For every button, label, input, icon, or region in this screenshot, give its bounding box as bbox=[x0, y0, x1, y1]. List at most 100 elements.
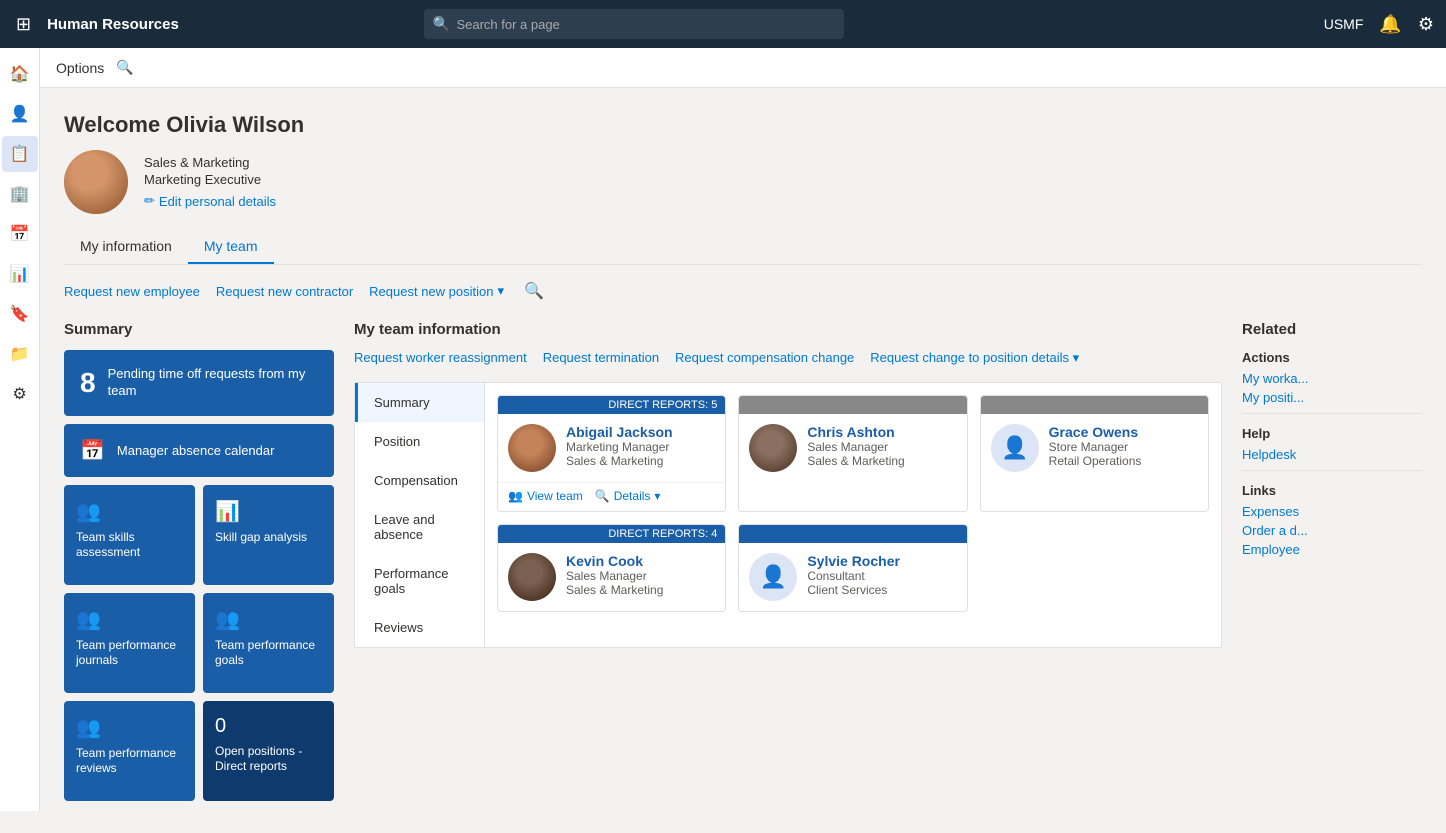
request-contractor-link[interactable]: Request new contractor bbox=[216, 284, 353, 299]
right-panel-title: Related bbox=[1242, 321, 1422, 338]
nav-reviews[interactable]: Reviews bbox=[355, 608, 484, 647]
welcome-section: Welcome Olivia Wilson Sales & Marketing … bbox=[64, 112, 1422, 214]
settings-icon[interactable]: ⚙ bbox=[1418, 14, 1434, 35]
team-skills-label: Team skills assessment bbox=[76, 530, 183, 561]
card-role-sylvie: Consultant bbox=[807, 569, 900, 583]
search-input[interactable] bbox=[424, 9, 844, 39]
team-card-body-sylvie: 👤 Sylvie Rocher Consultant Client Servic… bbox=[739, 543, 966, 611]
sidebar-item-myteam[interactable]: 📋 bbox=[2, 136, 38, 172]
card-dept-sylvie: Client Services bbox=[807, 583, 900, 597]
right-panel: Related Actions My worka... My positi...… bbox=[1242, 321, 1422, 561]
team-perf-reviews-tile[interactable]: 👥 Team performance reviews bbox=[64, 701, 195, 801]
manager-absence-label: Manager absence calendar bbox=[117, 443, 275, 458]
card-dept-grace: Retail Operations bbox=[1049, 454, 1142, 468]
actions-section-title: Actions bbox=[1242, 350, 1422, 365]
team-card-grace[interactable]: 👤 Grace Owens Store Manager Retail Opera… bbox=[980, 395, 1209, 512]
order-link[interactable]: Order a d... bbox=[1242, 523, 1422, 538]
nav-position[interactable]: Position bbox=[355, 422, 484, 461]
user-code: USMF bbox=[1324, 16, 1364, 32]
content-layout: Summary 8 Pending time off requests from… bbox=[64, 321, 1422, 809]
my-positi-link[interactable]: My positi... bbox=[1242, 390, 1422, 405]
app-title: Human Resources bbox=[47, 16, 179, 33]
employee-link[interactable]: Employee bbox=[1242, 542, 1422, 557]
action-bar: Request new employee Request new contrac… bbox=[64, 281, 1422, 301]
action-bar-search-icon[interactable]: 🔍 bbox=[524, 281, 544, 301]
options-bar: Options 🔍 bbox=[40, 48, 1446, 88]
team-skills-icon: 👥 bbox=[76, 499, 101, 524]
manager-absence-card[interactable]: 📅 Manager absence calendar bbox=[64, 424, 334, 477]
nav-leave-absence[interactable]: Leave and absence bbox=[355, 500, 484, 554]
right-divider-1 bbox=[1242, 413, 1422, 414]
details-abigail[interactable]: 🔍 Details ▾ bbox=[595, 489, 661, 503]
team-card-body-grace: 👤 Grace Owens Store Manager Retail Opera… bbox=[981, 414, 1208, 482]
search-container: 🔍 bbox=[424, 9, 844, 39]
perf-goals-icon: 👥 bbox=[215, 607, 240, 632]
request-position-details-link[interactable]: Request change to position details ▾ bbox=[870, 350, 1079, 366]
user-role: Marketing Executive bbox=[144, 172, 276, 187]
team-card-header-chris bbox=[739, 396, 966, 414]
request-position-link[interactable]: Request new position ▾ bbox=[369, 283, 504, 299]
tab-my-team[interactable]: My team bbox=[188, 230, 274, 264]
card-name-grace: Grace Owens bbox=[1049, 424, 1142, 440]
team-card-header-grace bbox=[981, 396, 1208, 414]
skill-gap-tile[interactable]: 📊 Skill gap analysis bbox=[203, 485, 334, 585]
nav-summary[interactable]: Summary bbox=[355, 383, 484, 422]
card-name-sylvie: Sylvie Rocher bbox=[807, 553, 900, 569]
team-cards-grid: DIRECT REPORTS: 5 Abigail Jackson Market… bbox=[497, 395, 1209, 612]
request-compensation-link[interactable]: Request compensation change bbox=[675, 350, 854, 366]
summary-tiles-grid: 👥 Team skills assessment 📊 Skill gap ana… bbox=[64, 485, 334, 801]
pending-count: 8 bbox=[80, 367, 96, 399]
options-search-icon[interactable]: 🔍 bbox=[116, 59, 133, 76]
sidebar-item-folder[interactable]: 📁 bbox=[2, 336, 38, 372]
avatar-abigail bbox=[508, 424, 556, 472]
sidebar-item-home[interactable]: 🏠 bbox=[2, 56, 38, 92]
sidebar-item-person[interactable]: 👤 bbox=[2, 96, 38, 132]
nav-performance-goals[interactable]: Performance goals bbox=[355, 554, 484, 608]
grid-icon[interactable]: ⊞ bbox=[12, 10, 35, 39]
perf-journals-label: Team performance journals bbox=[76, 638, 183, 669]
open-positions-tile[interactable]: 0 Open positions - Direct reports bbox=[203, 701, 334, 801]
helpdesk-link[interactable]: Helpdesk bbox=[1242, 447, 1422, 462]
team-cards-area: DIRECT REPORTS: 5 Abigail Jackson Market… bbox=[485, 383, 1221, 647]
notifications-icon[interactable]: 🔔 bbox=[1379, 14, 1401, 35]
card-role-abigail: Marketing Manager bbox=[566, 440, 673, 454]
team-card-sylvie[interactable]: 👤 Sylvie Rocher Consultant Client Servic… bbox=[738, 524, 967, 612]
expenses-link[interactable]: Expenses bbox=[1242, 504, 1422, 519]
my-worka-link[interactable]: My worka... bbox=[1242, 371, 1422, 386]
user-department: Sales & Marketing bbox=[144, 155, 276, 170]
sidebar-item-bookmark[interactable]: 🔖 bbox=[2, 296, 38, 332]
card-name-kevin: Kevin Cook bbox=[566, 553, 663, 569]
card-name-abigail: Abigail Jackson bbox=[566, 424, 673, 440]
dropdown-icon: ▾ bbox=[497, 283, 504, 299]
tabs-bar: My information My team bbox=[64, 230, 1422, 265]
team-skills-tile[interactable]: 👥 Team skills assessment bbox=[64, 485, 195, 585]
sidebar-item-calendar[interactable]: 📅 bbox=[2, 216, 38, 252]
pending-requests-card[interactable]: 8 Pending time off requests from my team bbox=[64, 350, 334, 416]
avatar-kevin bbox=[508, 553, 556, 601]
request-employee-link[interactable]: Request new employee bbox=[64, 284, 200, 299]
team-perf-goals-tile[interactable]: 👥 Team performance goals bbox=[203, 593, 334, 693]
team-info-panel: My team information Request worker reass… bbox=[354, 321, 1222, 648]
team-actions: Request worker reassignment Request term… bbox=[354, 350, 1222, 366]
sidebar-item-org[interactable]: 🏢 bbox=[2, 176, 38, 212]
top-nav-right: USMF 🔔 ⚙ bbox=[1324, 14, 1434, 35]
team-card-chris[interactable]: Chris Ashton Sales Manager Sales & Marke… bbox=[738, 395, 967, 512]
edit-personal-link[interactable]: ✏ Edit personal details bbox=[144, 193, 276, 209]
avatar-chris bbox=[749, 424, 797, 472]
team-card-kevin[interactable]: DIRECT REPORTS: 4 Kevin Cook Sales Manag… bbox=[497, 524, 726, 612]
summary-panel-title: Summary bbox=[64, 321, 334, 338]
tab-my-information[interactable]: My information bbox=[64, 230, 188, 264]
team-perf-journals-tile[interactable]: 👥 Team performance journals bbox=[64, 593, 195, 693]
sidebar-item-settings[interactable]: ⚙ bbox=[2, 376, 38, 412]
view-team-abigail[interactable]: 👥 View team bbox=[508, 489, 583, 503]
perf-reviews-label: Team performance reviews bbox=[76, 746, 183, 777]
perf-reviews-icon: 👥 bbox=[76, 715, 101, 740]
nav-compensation[interactable]: Compensation bbox=[355, 461, 484, 500]
team-card-body-kevin: Kevin Cook Sales Manager Sales & Marketi… bbox=[498, 543, 725, 611]
card-dept-chris: Sales & Marketing bbox=[807, 454, 904, 468]
team-card-abigail[interactable]: DIRECT REPORTS: 5 Abigail Jackson Market… bbox=[497, 395, 726, 512]
sidebar-item-reports[interactable]: 📊 bbox=[2, 256, 38, 292]
request-reassignment-link[interactable]: Request worker reassignment bbox=[354, 350, 527, 366]
card-name-chris: Chris Ashton bbox=[807, 424, 904, 440]
request-termination-link[interactable]: Request termination bbox=[543, 350, 659, 366]
